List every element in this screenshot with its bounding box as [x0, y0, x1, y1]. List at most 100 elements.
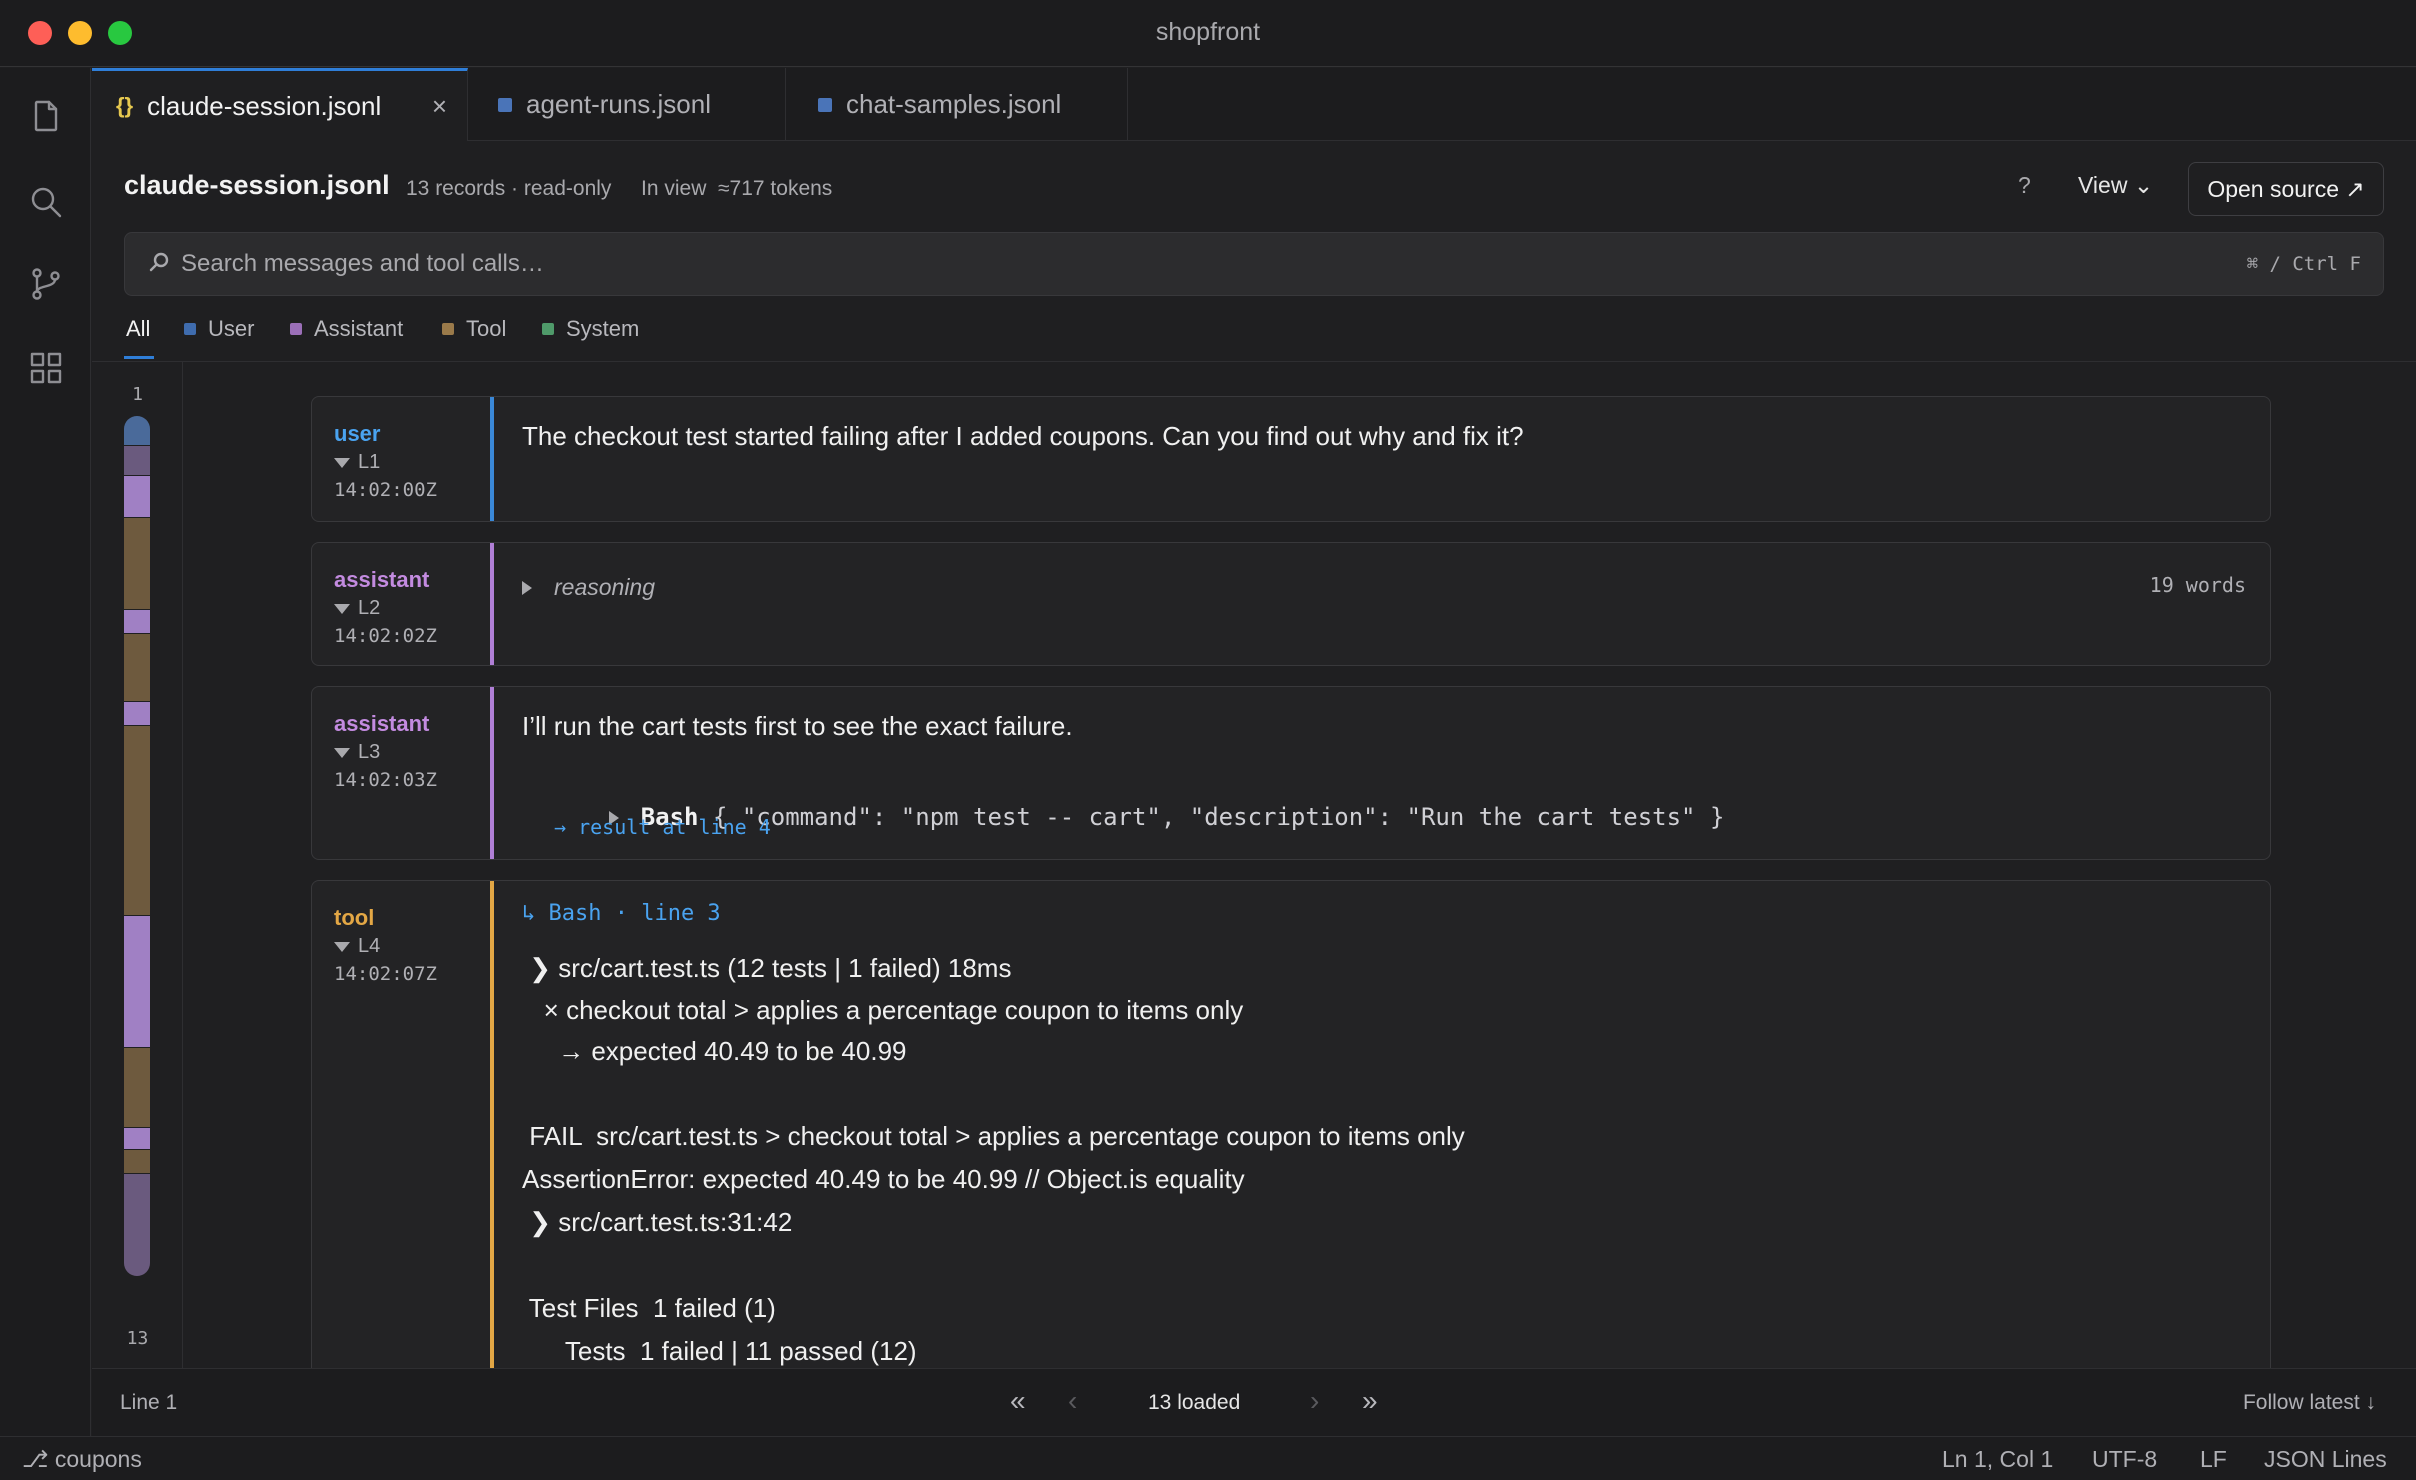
follow-latest-button[interactable]: Follow latest ↓ [2243, 1391, 2376, 1415]
current-line-label: Line 1 [120, 1391, 178, 1414]
tab-claude-session[interactable]: {} claude-session.jsonl × [92, 68, 468, 141]
line-number: L4 [358, 935, 381, 957]
message-meta: tool L4 14:02:07Z [312, 881, 494, 1368]
line-ref[interactable]: L1 [334, 451, 380, 474]
timestamp: 14:02:00Z [334, 479, 437, 501]
open-source-button[interactable]: Open source ↗ [2188, 162, 2384, 216]
file-square-icon [818, 97, 832, 112]
message-text: The checkout test started failing after … [522, 421, 1524, 451]
output-line: ❯ src/cart.test.ts (12 tests | 1 failed)… [522, 953, 1012, 983]
tab-label: agent-runs.jsonl [526, 89, 711, 119]
json-braces-icon: {} [116, 93, 134, 118]
output-line: AssertionError: expected 40.49 to be 40.… [522, 1164, 1245, 1194]
role-label: assistant [334, 567, 430, 592]
line-ref[interactable]: L3 [334, 741, 380, 764]
collapse-icon [334, 457, 350, 468]
result-link[interactable]: → result at line 4 [554, 815, 771, 839]
message-card-tool[interactable]: tool L4 14:02:07Z ↳ Bash · line 3 ❯ src/… [311, 880, 2271, 1368]
minimap-start-number: 1 [132, 384, 143, 405]
minimap-segment[interactable] [124, 702, 150, 726]
language-mode[interactable]: JSON Lines [2264, 1446, 2387, 1473]
minimap-segment[interactable] [124, 1150, 150, 1174]
filter-all[interactable]: All [126, 316, 150, 342]
output-line: FAIL src/cart.test.ts > checkout total >… [522, 1121, 1465, 1151]
previous-page-button[interactable]: ‹ [1068, 1385, 1077, 1417]
file-title: claude-session.jsonl [124, 170, 390, 200]
filter-label: User [208, 316, 255, 341]
collapse-icon [334, 603, 350, 614]
user-dot-icon [184, 323, 196, 335]
last-page-button[interactable]: » [1362, 1385, 1378, 1417]
output-line: × checkout total > applies a percentage … [522, 995, 1244, 1025]
filter-user[interactable]: User [184, 316, 254, 342]
line-number: L3 [358, 741, 381, 763]
line-number: L2 [358, 597, 381, 619]
line-ref[interactable]: L2 [334, 597, 380, 620]
output-line: Test Files 1 failed (1) [522, 1293, 776, 1323]
record-minimap[interactable] [124, 416, 150, 1276]
close-tab-icon[interactable]: × [432, 91, 447, 122]
filter-system[interactable]: System [542, 316, 639, 342]
first-page-button[interactable]: « [1010, 1385, 1026, 1417]
minimap-segment[interactable] [124, 1128, 150, 1150]
message-card-assistant-reasoning[interactable]: assistant L2 14:02:02Z reasoning 19 word… [311, 542, 2271, 666]
word-count: 19 words [2149, 573, 2246, 597]
filter-tool[interactable]: Tool [442, 316, 506, 342]
minimap-segment[interactable] [124, 416, 150, 446]
search-icon [149, 252, 169, 272]
role-label: assistant [334, 711, 430, 736]
tool-call-ref-link[interactable]: ↳ Bash · line 3 [522, 901, 721, 926]
tool-dot-icon [442, 323, 454, 335]
search-icon[interactable] [28, 184, 64, 220]
reasoning-toggle[interactable]: reasoning [522, 571, 2246, 602]
source-control-icon[interactable] [28, 266, 64, 302]
search-input[interactable] [181, 233, 2081, 295]
collapse-icon [334, 747, 350, 758]
view-menu-button[interactable]: View ⌄ [2078, 172, 2153, 199]
explorer-icon[interactable] [28, 98, 64, 134]
expand-caret-icon [522, 581, 532, 595]
tab-chat-samples[interactable]: chat-samples.jsonl [786, 68, 1128, 141]
minimap-segment[interactable] [124, 610, 150, 634]
timestamp: 14:02:07Z [334, 963, 437, 985]
filter-assistant[interactable]: Assistant [290, 316, 403, 342]
token-estimate: In view ≈717 tokens [641, 177, 833, 200]
message-card-user[interactable]: user L1 14:02:00Z The checkout test star… [311, 396, 2271, 522]
status-bar: ⎇ coupons Ln 1, Col 1 UTF-8 LF JSON Line… [0, 1436, 2416, 1480]
minimap-segment[interactable] [124, 726, 150, 916]
help-button[interactable]: ? [2018, 172, 2031, 199]
next-page-button[interactable]: › [1310, 1385, 1319, 1417]
minimap-segment[interactable] [124, 1174, 150, 1276]
minimap-segment[interactable] [124, 634, 150, 702]
output-line: ❯ src/cart.test.ts:31:42 [522, 1207, 793, 1237]
filter-label: Assistant [314, 316, 404, 341]
minimap-segment[interactable] [124, 916, 150, 1048]
line-ref[interactable]: L4 [334, 935, 380, 958]
extensions-icon[interactable] [28, 350, 64, 386]
records-info: 13 records · read-only [406, 177, 612, 200]
message-card-assistant-tool-call[interactable]: assistant L3 14:02:03Z I’ll run the cart… [311, 686, 2271, 860]
minimap-end-number: 13 [126, 1328, 149, 1349]
reasoning-label: reasoning [554, 574, 656, 600]
minimap-segment[interactable] [124, 446, 150, 476]
active-filter-indicator [124, 356, 154, 359]
tab-agent-runs[interactable]: agent-runs.jsonl [468, 68, 786, 141]
file-square-icon [498, 97, 512, 112]
search-bar: ⌘ / Ctrl F [124, 232, 2384, 296]
message-meta: assistant L3 14:02:03Z [312, 687, 494, 859]
line-ending[interactable]: LF [2200, 1446, 2227, 1473]
search-shortcut-hint: ⌘ / Ctrl F [2246, 253, 2361, 275]
minimap-segment[interactable] [124, 518, 150, 610]
minimap-segment[interactable] [124, 1048, 150, 1128]
timestamp: 14:02:02Z [334, 625, 437, 647]
message-text: I’ll run the cart tests first to see the… [522, 711, 1073, 741]
cursor-position[interactable]: Ln 1, Col 1 [1942, 1446, 2053, 1473]
message-meta: assistant L2 14:02:02Z [312, 543, 494, 665]
minimap-segment[interactable] [124, 476, 150, 518]
encoding[interactable]: UTF-8 [2092, 1446, 2157, 1473]
tab-label: chat-samples.jsonl [846, 89, 1062, 119]
git-branch[interactable]: ⎇ coupons [22, 1446, 142, 1473]
title-bar: shopfront [0, 0, 2416, 67]
